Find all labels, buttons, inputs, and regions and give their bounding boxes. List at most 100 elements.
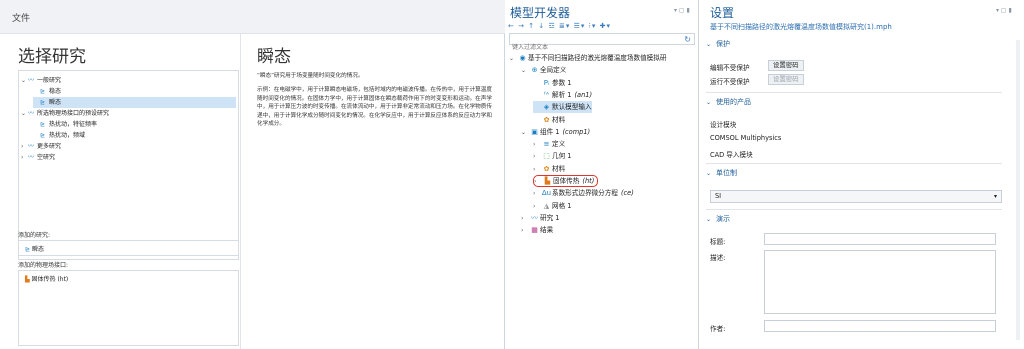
study-tree-item[interactable]: ⊵ 热扰动，频域 (33, 130, 236, 141)
chevron-down-icon[interactable]: ⌄ (21, 108, 28, 119)
model-tree-node[interactable]: Pᵢ 参数 1 (533, 77, 572, 89)
study-tree-item[interactable]: › 〰更多研究 (21, 141, 236, 152)
chevron-right-icon[interactable]: › (521, 213, 529, 225)
model-tree-node[interactable]: › ⬚ 几何 1 (533, 150, 571, 162)
model-tree-node[interactable]: › ✿ 材料 (533, 163, 565, 175)
edit-set-password-button[interactable]: 设置密码 (768, 60, 804, 71)
model-tree-node[interactable]: › Δu系数形式边界微分方程 (ce) (533, 187, 634, 199)
study-tree-item[interactable]: › 〰空研究 (21, 152, 236, 163)
arrow-up-icon[interactable]: ↑ (528, 22, 535, 30)
dropdown-arrow-icon: ▾ (993, 193, 997, 200)
model-tree-node[interactable]: ⌄ ⊕ 全局定义 (521, 64, 566, 76)
node-icon: ᶠᴬ (543, 90, 550, 99)
node-icon: Pᵢ (543, 78, 550, 87)
filter-input[interactable] (510, 42, 670, 53)
chevron-right-icon[interactable]: › (533, 201, 541, 213)
model-tree-node[interactable]: ◈ 默认模型输入 (533, 101, 592, 114)
model-tree-node[interactable]: › ≡ 定义 (533, 138, 565, 150)
study-description-short: “瞬态”研究用于场变量随时间变化的情况。 (257, 73, 364, 79)
study-title: 瞬态 (257, 47, 291, 67)
study-wizard: 文件 选择研究 ⌄ 〰一般研究 ⊵ 稳态 ⊵ 瞬态 ⌄ 〰所选物理场接口的预设研究 ⊵ 热扰动，特… (0, 0, 505, 349)
show-icon[interactable]: ☲ (548, 22, 555, 30)
chevron-down-icon[interactable]: ⌄ (509, 53, 517, 65)
arrow-down-icon[interactable]: ↓ (538, 22, 545, 30)
arrow-right-icon[interactable]: → (518, 22, 525, 30)
settings-icon[interactable]: ⁝▾ (589, 22, 597, 30)
node-icon: ◉ (519, 54, 526, 62)
study-tree-item[interactable]: ⊵ 热扰动，特征频率 (33, 119, 236, 130)
added-study-label: 瞬态 (31, 246, 44, 253)
study-tree-item[interactable]: ⌄ 〰一般研究 (21, 75, 236, 86)
added-studies-label: 添加的研究: (18, 232, 51, 239)
chevron-down-icon[interactable]: ⌄ (21, 75, 28, 86)
chevron-down-icon[interactable]: ⌄ (521, 65, 529, 77)
study-tree-item[interactable]: ⊵ 稳态 (33, 86, 236, 97)
study-icon: 〰 (28, 154, 35, 161)
study-icon: 〰 (28, 77, 35, 84)
model-tree-node[interactable]: ᶠᴬ 解析 1 (an1) (533, 89, 592, 101)
settings-pane-menu-icon[interactable]: ▾ ▢ ▮ (996, 7, 1012, 14)
chevron-right-icon[interactable]: › (534, 177, 542, 187)
study-tree[interactable]: ⌄ 〰一般研究 ⊵ 稳态 ⊵ 瞬态 ⌄ 〰所选物理场接口的预设研究 ⊵ 热扰动，特征频率 ⊵ 热扰动，… (18, 70, 239, 260)
study-tree-label: 更多研究 (37, 143, 62, 150)
arrow-left-icon[interactable]: ← (508, 22, 515, 30)
model-tree-node[interactable]: › ◮ 网格 1 (533, 200, 571, 212)
added-study-item[interactable]: ⊵ 瞬态 (25, 244, 44, 253)
transient-study-icon: ⊵ (25, 246, 32, 253)
settings-title: 设置 (710, 6, 735, 20)
run-set-password-button[interactable]: 设置密码 (768, 74, 804, 85)
divider (706, 209, 1002, 210)
chevron-right-icon[interactable]: › (21, 152, 28, 163)
node-label: 默认模型输入 (552, 103, 592, 112)
edit-protection-label: 编辑不受保护 (710, 64, 750, 72)
author-field[interactable] (764, 320, 996, 332)
added-physics-item[interactable]: ▙ 固体传热 (ht) (25, 274, 68, 283)
description-field[interactable] (764, 250, 996, 314)
model-tree-node[interactable]: ⌄ ◉ 基于不同扫描路径的激光熔覆温度场数值模拟研 (509, 52, 666, 64)
product-item: COMSOL Multiphysics (710, 134, 782, 142)
presentation-section-header[interactable]: ⌄ 演示 (706, 213, 1002, 226)
select-study-heading: 选择研究 (18, 47, 86, 67)
unit-system-select[interactable]: SI ▾ (710, 190, 1002, 203)
chevron-right-icon[interactable]: › (533, 151, 541, 163)
model-tree-node[interactable]: › ▦ 结果 (521, 224, 553, 236)
node-label: 网格 1 (552, 201, 572, 210)
chevron-down-icon: ⌄ (706, 216, 712, 223)
study-tree-label: 稳态 (49, 88, 62, 95)
chevron-right-icon[interactable]: › (533, 188, 541, 200)
units-section-header[interactable]: ⌄ 单位制 (706, 167, 1002, 180)
products-section-header[interactable]: ⌄ 使用的产品 (706, 96, 1002, 109)
model-builder: 模型开发器 ▾ ▢ ▮ ← → ↑ ↓ ☲ ≣▾ ☰▾ ⁝▾ ✚▾ ↻ ⌄◉基于… (506, 0, 699, 349)
chevron-right-icon[interactable]: › (533, 164, 541, 176)
title-field[interactable] (764, 233, 996, 245)
refresh-icon[interactable]: ↻ (684, 34, 691, 45)
add-icon[interactable]: ✚▾ (600, 22, 611, 30)
model-tree[interactable]: ⌄ ◉ 基于不同扫描路径的激光熔覆温度场数值模拟研 ⌄ ⊕ 全局定义 Pᵢ 参数 1 ᶠᴬ 解析 … (509, 52, 697, 342)
study-tree-item[interactable]: ⌄ 〰所选物理场接口的预设研究 (21, 108, 236, 119)
chevron-right-icon[interactable]: › (521, 225, 529, 237)
model-tree-node[interactable]: ⌄ ▣ 组件 1 (comp1) (521, 126, 590, 138)
node-icon: ⊕ (531, 66, 538, 75)
settings-scrollbar[interactable] (1016, 40, 1020, 340)
node-icon: ▙ (544, 177, 551, 185)
divider (706, 92, 1002, 93)
node-icon: ✿ (543, 164, 550, 173)
expand-icon[interactable]: ☰▾ (574, 22, 586, 30)
study-tree-item[interactable]: ⊵ 瞬态 (33, 97, 236, 108)
node-label: 结果 (540, 226, 554, 235)
study-tree-label: 热扰动，特征频率 (49, 121, 98, 128)
model-tree-node[interactable]: › ▙ 固体传热 (ht) (533, 175, 599, 187)
collapse-icon[interactable]: ≣▾ (559, 22, 570, 30)
chevron-right-icon[interactable]: › (533, 139, 541, 151)
unit-system-value: SI (715, 192, 722, 200)
units-section-label: 单位制 (716, 169, 737, 177)
model-builder-toolbar[interactable]: ← → ↑ ↓ ☲ ≣▾ ☰▾ ⁝▾ ✚▾ (508, 22, 611, 30)
chevron-right-icon[interactable]: › (21, 141, 28, 152)
protection-section-header[interactable]: ⌄ 保护 (706, 38, 1002, 51)
chevron-down-icon[interactable]: ⌄ (521, 127, 529, 139)
model-tree-node[interactable]: › 〰研究 1 (521, 212, 559, 224)
model-tree-node[interactable]: ✿ 材料 (533, 114, 566, 126)
study-description-long: 示例：在电磁学中，用于计算瞬态电磁场，包括时域内的电磁波传播。在传热中，用于计算… (257, 87, 492, 128)
presentation-section-label: 演示 (716, 215, 730, 223)
pane-menu-icon[interactable]: ▾ ▢ ▮ (674, 7, 690, 14)
